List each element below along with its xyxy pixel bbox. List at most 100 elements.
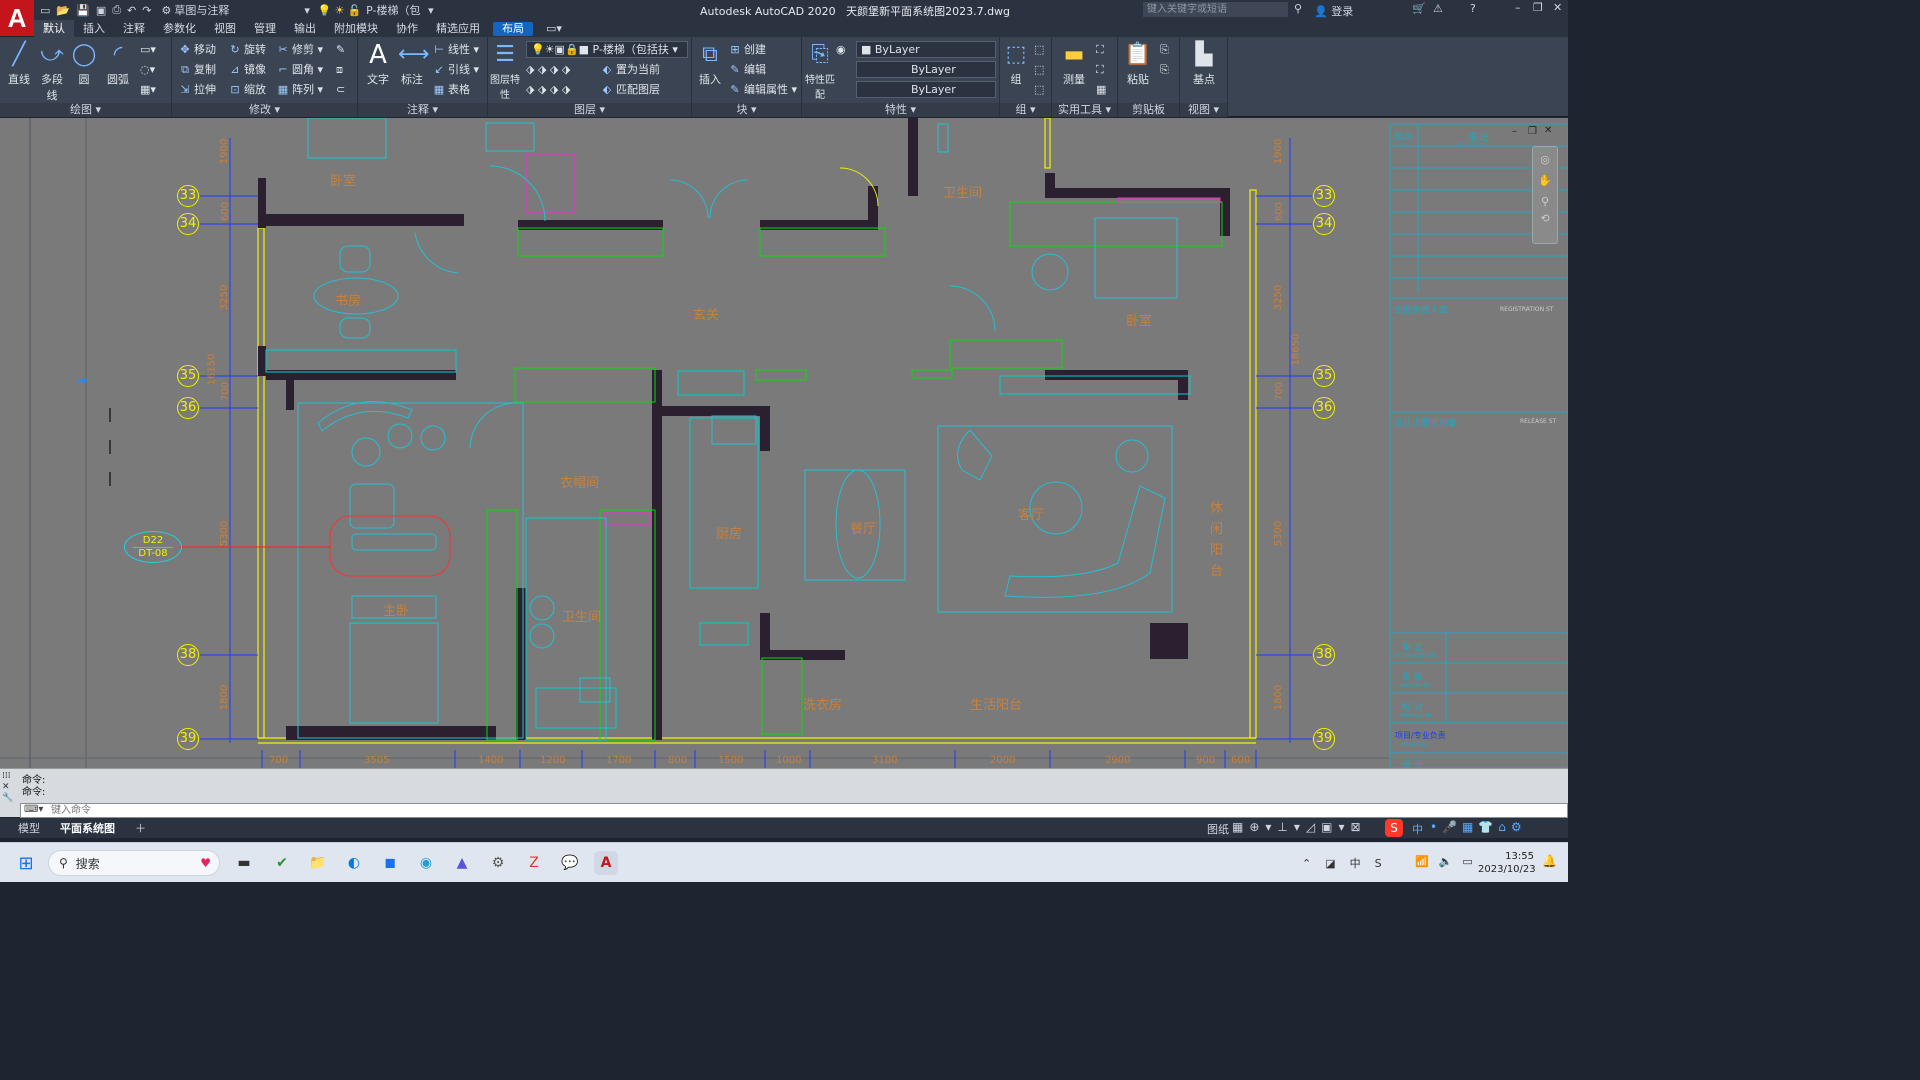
ime-mode[interactable]: 中 xyxy=(1412,821,1423,837)
paste-button[interactable]: 📋 粘贴 xyxy=(1122,41,1154,87)
copy-clip-icon[interactable]: ⎘ xyxy=(1160,41,1169,58)
edit-attributes-button[interactable]: ✎ 编辑属性 ▾ xyxy=(728,81,797,98)
new-icon[interactable]: ▭ xyxy=(40,4,50,17)
help-icon[interactable]: ? xyxy=(1470,2,1476,15)
viewport-close-icon[interactable]: ✕ xyxy=(1544,125,1552,136)
viewport-minimize-icon[interactable]: – xyxy=(1512,126,1517,137)
rotate-button[interactable]: ↻ 旋转 xyxy=(228,41,266,58)
zoom-icon[interactable]: ⚲ xyxy=(1533,195,1557,208)
dimension-button[interactable]: ⟷ 标注 xyxy=(396,41,430,87)
move-button[interactable]: ✥ 移动 xyxy=(178,41,216,58)
stretch-button[interactable]: ⇲ 拉伸 xyxy=(178,81,216,98)
minimize-icon[interactable]: – xyxy=(1515,1,1521,14)
linetype-dropdown[interactable]: ByLayer xyxy=(856,61,996,78)
workspace-selector[interactable]: 草图与注释 xyxy=(174,2,304,18)
tab-manage[interactable]: 管理 xyxy=(245,20,285,37)
ungroup-icon[interactable]: ⬚ xyxy=(1034,41,1044,58)
tab-layout[interactable]: 布局 xyxy=(493,21,533,36)
fillet-button[interactable]: ⌐ 圆角 ▾ xyxy=(276,61,323,78)
view-panel-label[interactable]: 视图 ▾ xyxy=(1180,103,1227,117)
utilities-panel-label[interactable]: 实用工具 ▾ xyxy=(1052,103,1117,117)
tab-featured-apps[interactable]: 精选应用 xyxy=(427,20,489,37)
lineweight-dropdown[interactable]: ByLayer xyxy=(856,81,996,98)
chevron-down-icon[interactable]: ▾ xyxy=(304,4,310,17)
offset-icon[interactable]: ⊂ xyxy=(336,81,345,98)
viewport-restore-icon[interactable]: ❐ xyxy=(1528,126,1537,137)
base-point-button[interactable]: ▙ 基点 xyxy=(1188,41,1220,87)
quick-layer-selector[interactable]: P-楼梯（包 xyxy=(366,2,428,18)
insert-button[interactable]: ⧉ 插入 xyxy=(694,41,726,87)
app-icon[interactable]: ◼ xyxy=(378,851,402,875)
select-all-icon[interactable]: ⛶ xyxy=(1096,61,1104,78)
polyline-button[interactable]: ⤻ 多段线 xyxy=(36,41,68,103)
group-button[interactable]: ⬚ 组 xyxy=(1002,41,1030,87)
pan-icon[interactable]: ✋ xyxy=(1533,174,1557,187)
drawing-canvas[interactable]: ➔ 卧室 书房 玄关 卫生间 卧室 衣帽间 厨房 餐厅 客厅 休闲阳台 主卧 卫… xyxy=(0,118,1568,768)
a360-icon[interactable]: ⚠ xyxy=(1433,2,1443,15)
task-view-icon[interactable]: ▬ xyxy=(232,851,256,875)
gradient-icon[interactable]: ▦▾ xyxy=(140,81,156,98)
match-properties-button[interactable]: ⎘ 特性匹配 xyxy=(804,41,836,101)
explode-icon[interactable]: ⧈ xyxy=(336,61,343,78)
search-input[interactable]: 键入关键字或短语 xyxy=(1143,2,1288,17)
network-volume-battery-icons[interactable]: 📶🔈▭ xyxy=(1415,855,1483,868)
properties-panel-label[interactable]: 特性 ▾ xyxy=(802,103,999,117)
trim-button[interactable]: ✂ 修剪 ▾ xyxy=(276,41,323,58)
save-icon[interactable]: 💾 xyxy=(76,4,90,17)
draw-panel-label[interactable]: 绘图 ▾ xyxy=(0,103,171,117)
arc-button[interactable]: ◜ 圆弧 xyxy=(102,41,134,87)
layer-tools-icon[interactable]: ⬗ ⬗ ⬗ ⬗ xyxy=(526,61,570,78)
layer-properties-button[interactable]: ☰ 图层特性 xyxy=(490,41,520,101)
tab-output[interactable]: 输出 xyxy=(285,20,325,37)
annotation-panel-label[interactable]: 注释 ▾ xyxy=(358,103,487,117)
rectangle-icon[interactable]: ▭▾ xyxy=(140,41,156,58)
tab-parametric[interactable]: 参数化 xyxy=(154,20,205,37)
create-block-button[interactable]: ⊞ 创建 xyxy=(728,41,766,58)
tab-overflow-icon[interactable]: ▭▾ xyxy=(537,20,571,37)
command-prompt-icon[interactable]: ⌨▾ xyxy=(24,804,43,815)
binoculars-icon[interactable]: ⚲ xyxy=(1294,2,1302,15)
app-icon[interactable]: ◉ xyxy=(414,851,438,875)
sogou-ime-icon[interactable]: S xyxy=(1385,819,1403,837)
autocad-logo-icon[interactable]: A xyxy=(0,0,34,36)
notification-bell-icon[interactable]: 🔔 xyxy=(1542,854,1557,868)
layer-dropdown[interactable]: 💡☀▣🔒■ P-楼梯（包括扶 ▾ xyxy=(526,41,688,58)
settings-icon[interactable]: ⚙ xyxy=(486,851,510,875)
add-layout-icon[interactable]: ＋ xyxy=(125,820,156,836)
command-input[interactable]: 键入命令 xyxy=(20,803,1568,818)
layers-panel-label[interactable]: 图层 ▾ xyxy=(488,103,691,117)
modify-panel-label[interactable]: 修改 ▾ xyxy=(172,103,357,117)
leader-button[interactable]: ↙ 引线 ▾ xyxy=(432,61,479,78)
group-select-icon[interactable]: ⬚ xyxy=(1034,81,1044,98)
ime-toolbar-icons[interactable]: •🎤▦👕⌂⚙ xyxy=(1430,820,1527,834)
paper-space-toggle[interactable]: 图纸 xyxy=(1207,821,1229,837)
scale-button[interactable]: ⊡ 缩放 xyxy=(228,81,266,98)
file-explorer-icon[interactable]: 📁 xyxy=(306,851,330,875)
match-layer-button[interactable]: ⬖ 匹配图层 xyxy=(600,81,660,98)
block-panel-label[interactable]: 块 ▾ xyxy=(692,103,801,117)
saveas-icon[interactable]: ▣ xyxy=(96,4,106,17)
color-wheel-icon[interactable]: ◉ xyxy=(836,41,846,58)
windows-start-icon[interactable]: ⊞ xyxy=(14,851,38,875)
linear-button[interactable]: ⊢ 线性 ▾ xyxy=(432,41,479,58)
navigation-bar[interactable]: ◎ ✋ ⚲ ⟲ xyxy=(1532,146,1558,244)
cart-icon[interactable]: 🛒 xyxy=(1412,2,1426,15)
measure-button[interactable]: ▬ 测量 xyxy=(1058,41,1090,87)
restore-icon[interactable]: ❐ xyxy=(1533,1,1543,14)
tab-model[interactable]: 模型 xyxy=(8,820,50,836)
tab-insert[interactable]: 插入 xyxy=(74,20,114,37)
status-toggles[interactable]: ▦⊕▾⊥▾◿▣▾⊠ xyxy=(1232,820,1367,834)
close-icon[interactable]: ✕ xyxy=(1553,1,1562,14)
undo-icon[interactable]: ↶ xyxy=(127,4,136,17)
clipboard-panel-label[interactable]: 剪贴板 xyxy=(1118,103,1179,117)
command-panel-handle-icon[interactable]: ⁞⁞⁞ ✕ 🔧 xyxy=(2,771,13,804)
edit-block-button[interactable]: ✎ 编辑 xyxy=(728,61,766,78)
print-icon[interactable]: ⎙ xyxy=(112,3,121,17)
group-edit-icon[interactable]: ⬚ xyxy=(1034,61,1044,78)
edge-icon[interactable]: ◐ xyxy=(342,851,366,875)
tab-addins[interactable]: 附加模块 xyxy=(325,20,387,37)
table-button[interactable]: ▦ 表格 xyxy=(432,81,470,98)
app-icon[interactable]: Z xyxy=(522,851,546,875)
chevron-down-icon[interactable]: ▾ xyxy=(428,4,434,17)
erase-icon[interactable]: ✎ xyxy=(336,41,345,58)
